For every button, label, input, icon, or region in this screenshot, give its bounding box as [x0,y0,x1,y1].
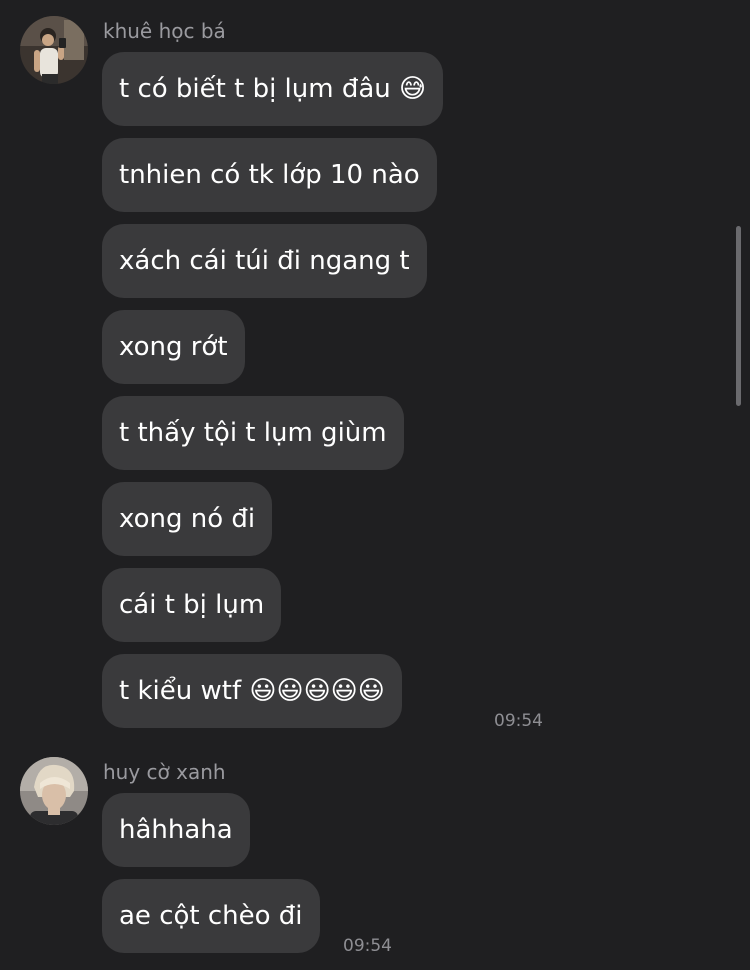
message-bubble[interactable]: xong rớt [102,310,245,384]
message-timestamp: 09:54 [494,711,543,731]
message-bubble[interactable]: t kiểu wtf 😃😃😃😃😃 [102,654,402,728]
sender-avatar[interactable] [20,16,88,84]
chat-thread: khuê học bá t có biết t bị lụm đâu 😅 tnh… [0,0,750,970]
user-avatar-photo-icon [20,757,88,825]
sender-name: khuê học bá [103,19,226,43]
sender-avatar[interactable] [20,757,88,825]
message-bubble[interactable]: xong nó đi [102,482,273,556]
message-bubble[interactable]: ae cột chèo đi [102,879,320,953]
message-bubble[interactable]: cái t bị lụm [102,568,282,642]
message-bubble[interactable]: xách cái túi đi ngang t [102,224,427,298]
message-bubble[interactable]: tnhien có tk lớp 10 nào [102,138,437,212]
scrollbar-thumb[interactable] [736,226,741,406]
sender-name: huy cờ xanh [103,760,226,784]
message-bubble[interactable]: t có biết t bị lụm đâu 😅 [102,52,444,126]
message-timestamp: 09:54 [343,936,392,956]
user-avatar-photo-icon [20,16,88,84]
message-bubble[interactable]: hâhhaha [102,793,250,867]
message-bubble[interactable]: t thấy tội t lụm giùm [102,396,404,470]
